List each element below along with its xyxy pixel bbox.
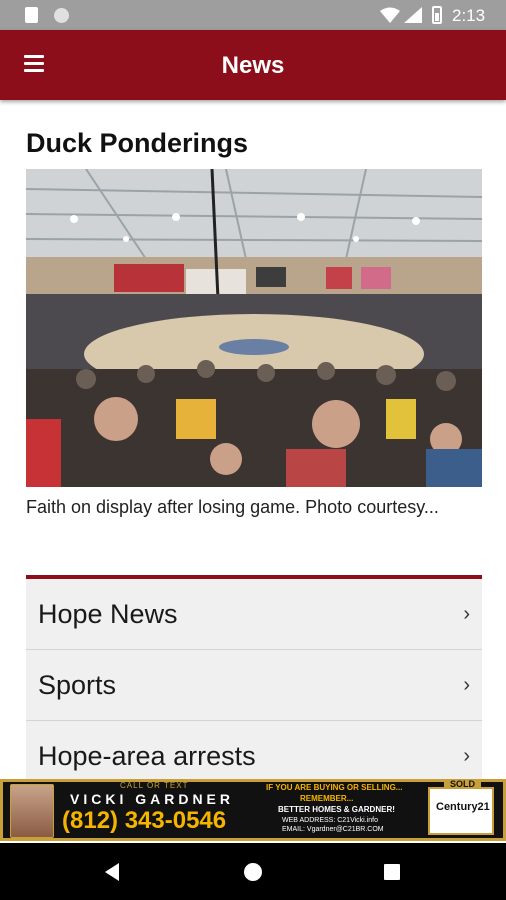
ad-line-1: IF YOU ARE BUYING OR SELLING... [266,783,403,792]
ad-agent-name: VICKI GARDNER [70,791,235,807]
ad-banner[interactable]: CALL OR TEXT VICKI GARDNER (812) 343-054… [0,779,506,841]
app-bar: News [0,30,506,100]
chevron-right-icon: › [463,603,470,625]
ad-call-text: CALL OR TEXT [120,781,189,790]
ad-sold-label: SOLD [444,779,482,789]
home-circle-icon[interactable] [244,863,262,881]
sim-card-icon [25,7,38,23]
ad-phone: (812) 343-0546 [62,807,227,834]
ad-brand-logo: Century21 [436,801,490,813]
wifi-icon [380,7,400,23]
back-triangle-icon[interactable] [105,863,119,881]
section-list: Hope News › Sports › Hope-area arrests › [26,575,482,792]
list-item-label: Hope-area arrests [38,741,256,771]
system-nav-bar [0,843,506,900]
chevron-right-icon: › [463,745,470,767]
list-item-label: Hope News [38,599,178,629]
ad-line-4: WEB ADDRESS: C21Vicki.info [282,817,378,824]
list-item-sports[interactable]: Sports › [26,650,482,721]
clock: 2:13 [452,6,486,25]
page-title: News [221,52,285,79]
ad-line-5: EMAIL: Vgardner@C21BR.COM [282,826,384,833]
list-item-label: Sports [38,670,117,700]
chevron-right-icon: › [463,674,470,696]
status-bar: 2:13 [0,0,506,30]
cell-signal-icon [404,7,422,23]
agent-photo [10,784,54,838]
gym-crowd-photo [26,169,482,487]
feature-photo[interactable] [26,169,482,487]
feature-title[interactable]: Duck Ponderings [26,128,248,159]
notification-dot-icon [54,8,69,23]
list-item-hope-news[interactable]: Hope News › [26,579,482,650]
recents-square-icon[interactable] [384,864,400,880]
ad-line-3: BETTER HOMES & GARDNER! [278,805,395,814]
ad-line-2: REMEMBER... [300,794,354,803]
battery-icon [432,6,442,24]
feature-caption[interactable]: Faith on display after losing game. Phot… [26,497,482,518]
